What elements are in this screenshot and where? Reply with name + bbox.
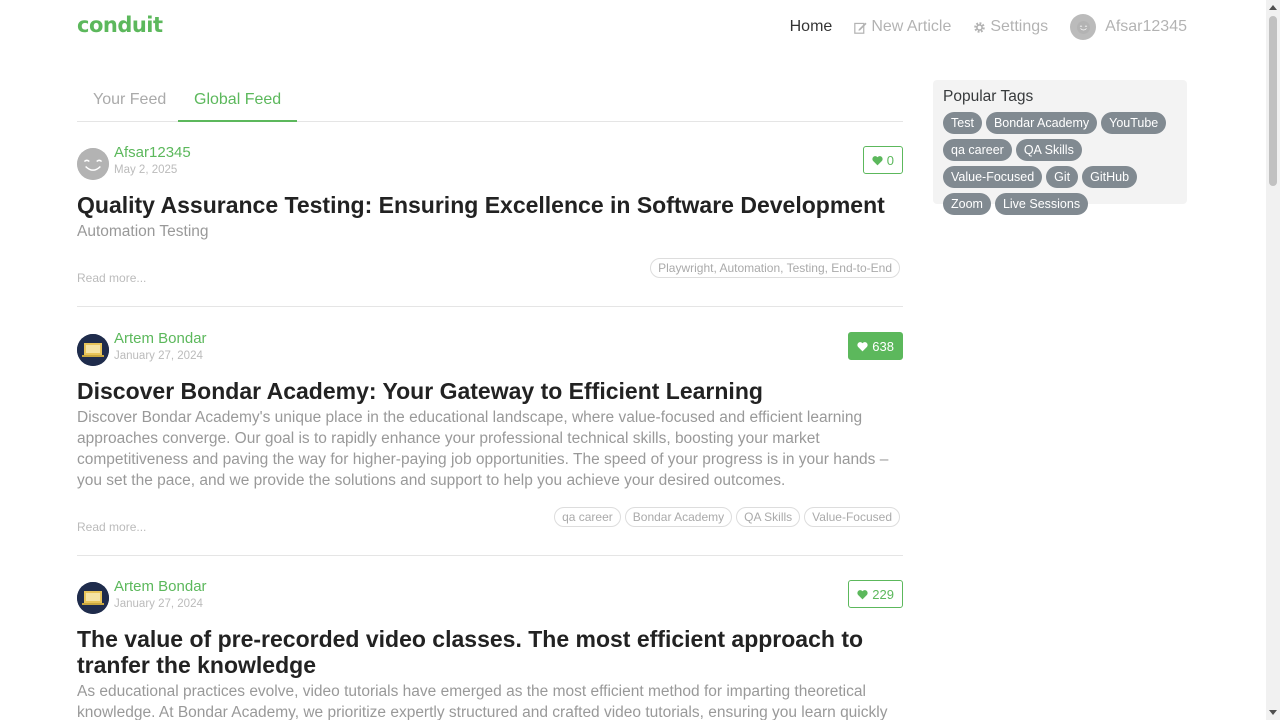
popular-tag[interactable]: QA Skills bbox=[1015, 139, 1082, 161]
author-name[interactable]: Artem Bondar bbox=[114, 578, 207, 595]
favorite-count: 0 bbox=[886, 152, 894, 168]
article-title[interactable]: Discover Bondar Academy: Your Gateway to… bbox=[77, 378, 903, 404]
article-footer: Read more... qa career Bondar Academy QA… bbox=[77, 505, 903, 545]
author-name[interactable]: Artem Bondar bbox=[114, 330, 207, 347]
popular-tag-list: Test Bondar Academy YouTube qa career QA… bbox=[943, 112, 1177, 215]
favorite-count: 229 bbox=[872, 586, 894, 602]
popular-tag[interactable]: GitHub bbox=[1082, 166, 1138, 188]
tag-item: QA Skills bbox=[736, 507, 801, 527]
popular-tag[interactable]: Git bbox=[1046, 166, 1079, 188]
article-date: January 27, 2024 bbox=[114, 350, 203, 362]
scroll-up-arrow-icon[interactable] bbox=[1266, 0, 1280, 14]
nav-new-article-label: New Article bbox=[871, 18, 952, 35]
article-preview: Artem Bondar January 27, 2024 638 Discov… bbox=[77, 330, 903, 556]
scroll-down-arrow-icon[interactable] bbox=[1266, 706, 1280, 720]
article-description: Discover Bondar Academy's unique place i… bbox=[77, 409, 889, 489]
brand-logo[interactable]: conduit bbox=[77, 13, 163, 37]
heart-icon bbox=[857, 589, 868, 599]
heart-icon bbox=[857, 341, 868, 351]
popular-tag[interactable]: YouTube bbox=[1101, 112, 1167, 134]
popular-tag[interactable]: Value-Focused bbox=[943, 166, 1043, 188]
article-preview: Afsar12345 May 2, 2025 0 Quality Assuran… bbox=[77, 144, 903, 307]
read-more-link[interactable]: Read more... bbox=[77, 520, 146, 534]
popular-tag[interactable]: Test bbox=[943, 112, 982, 134]
article-date: January 27, 2024 bbox=[114, 598, 203, 610]
nav-profile[interactable]: Afsar12345 bbox=[1070, 14, 1187, 40]
article-title[interactable]: Quality Assurance Testing: Ensuring Exce… bbox=[77, 192, 903, 218]
popular-tag[interactable]: qa career bbox=[943, 139, 1012, 161]
article-footer: Read more... Playwright, Automation, Tes… bbox=[77, 256, 903, 296]
tab-global-feed[interactable]: Global Feed bbox=[178, 80, 298, 122]
popular-tag[interactable]: Live Sessions bbox=[994, 193, 1089, 215]
gear-icon bbox=[974, 21, 986, 33]
page-scrollbar[interactable] bbox=[1266, 0, 1280, 720]
nav-home-label: Home bbox=[789, 18, 833, 35]
laptop-icon bbox=[77, 582, 109, 614]
tag-list: qa career Bondar Academy QA Skills Value… bbox=[554, 507, 900, 527]
user-avatar bbox=[1070, 14, 1097, 40]
nav-settings[interactable]: Settings bbox=[973, 18, 1048, 36]
article-description: Automation Testing bbox=[77, 223, 209, 240]
navbar: conduit Home New Article Settings Afsar1… bbox=[0, 0, 1266, 54]
nav-username: Afsar12345 bbox=[1105, 18, 1187, 35]
article-meta: Afsar12345 May 2, 2025 0 bbox=[77, 144, 903, 184]
nav-settings-label: Settings bbox=[990, 18, 1049, 35]
smiley-icon bbox=[77, 148, 109, 180]
tag-item: qa career bbox=[554, 507, 621, 527]
nav-home[interactable]: Home bbox=[790, 18, 833, 36]
tag-item: Value-Focused bbox=[804, 507, 900, 527]
laptop-icon bbox=[77, 334, 109, 366]
article-description: As educational practices evolve, video t… bbox=[77, 683, 888, 720]
author-avatar[interactable] bbox=[77, 148, 109, 180]
article-meta: Artem Bondar January 27, 2024 638 bbox=[77, 330, 903, 370]
popular-tags-sidebar: Popular Tags Test Bondar Academy YouTube… bbox=[933, 80, 1187, 215]
edit-icon bbox=[854, 22, 867, 34]
favorite-count: 638 bbox=[872, 338, 894, 354]
author-avatar[interactable] bbox=[77, 334, 109, 366]
popular-tag[interactable]: Zoom bbox=[943, 193, 991, 215]
favorite-button[interactable]: 638 bbox=[848, 332, 903, 360]
author-name[interactable]: Afsar12345 bbox=[114, 144, 191, 161]
article-title[interactable]: The value of pre-recorded video classes.… bbox=[77, 626, 903, 678]
favorite-button[interactable]: 0 bbox=[862, 146, 903, 174]
scrollbar-thumb[interactable] bbox=[1269, 16, 1277, 186]
popular-tag[interactable]: Bondar Academy bbox=[985, 112, 1098, 134]
article-meta: Artem Bondar January 27, 2024 229 bbox=[77, 578, 903, 618]
smiley-icon bbox=[1076, 20, 1090, 34]
tab-your-feed[interactable]: Your Feed bbox=[77, 80, 182, 122]
article-date: May 2, 2025 bbox=[114, 164, 178, 176]
author-avatar[interactable] bbox=[77, 582, 109, 614]
tag-list: Playwright, Automation, Testing, End-to-… bbox=[650, 258, 900, 278]
tag-item: Playwright, Automation, Testing, End-to-… bbox=[650, 258, 900, 278]
article-preview: Artem Bondar January 27, 2024 229 The va… bbox=[77, 578, 903, 720]
favorite-button[interactable]: 229 bbox=[848, 580, 903, 608]
feed-toggle: Your Feed Global Feed bbox=[77, 80, 903, 122]
nav-links: Home New Article Settings Afsar12345 bbox=[790, 0, 1187, 54]
heart-icon bbox=[872, 155, 883, 165]
nav-new-article[interactable]: New Article bbox=[854, 18, 951, 36]
tag-item: Bondar Academy bbox=[624, 507, 733, 527]
read-more-link[interactable]: Read more... bbox=[77, 271, 146, 285]
sidebar-title: Popular Tags bbox=[943, 88, 1034, 105]
